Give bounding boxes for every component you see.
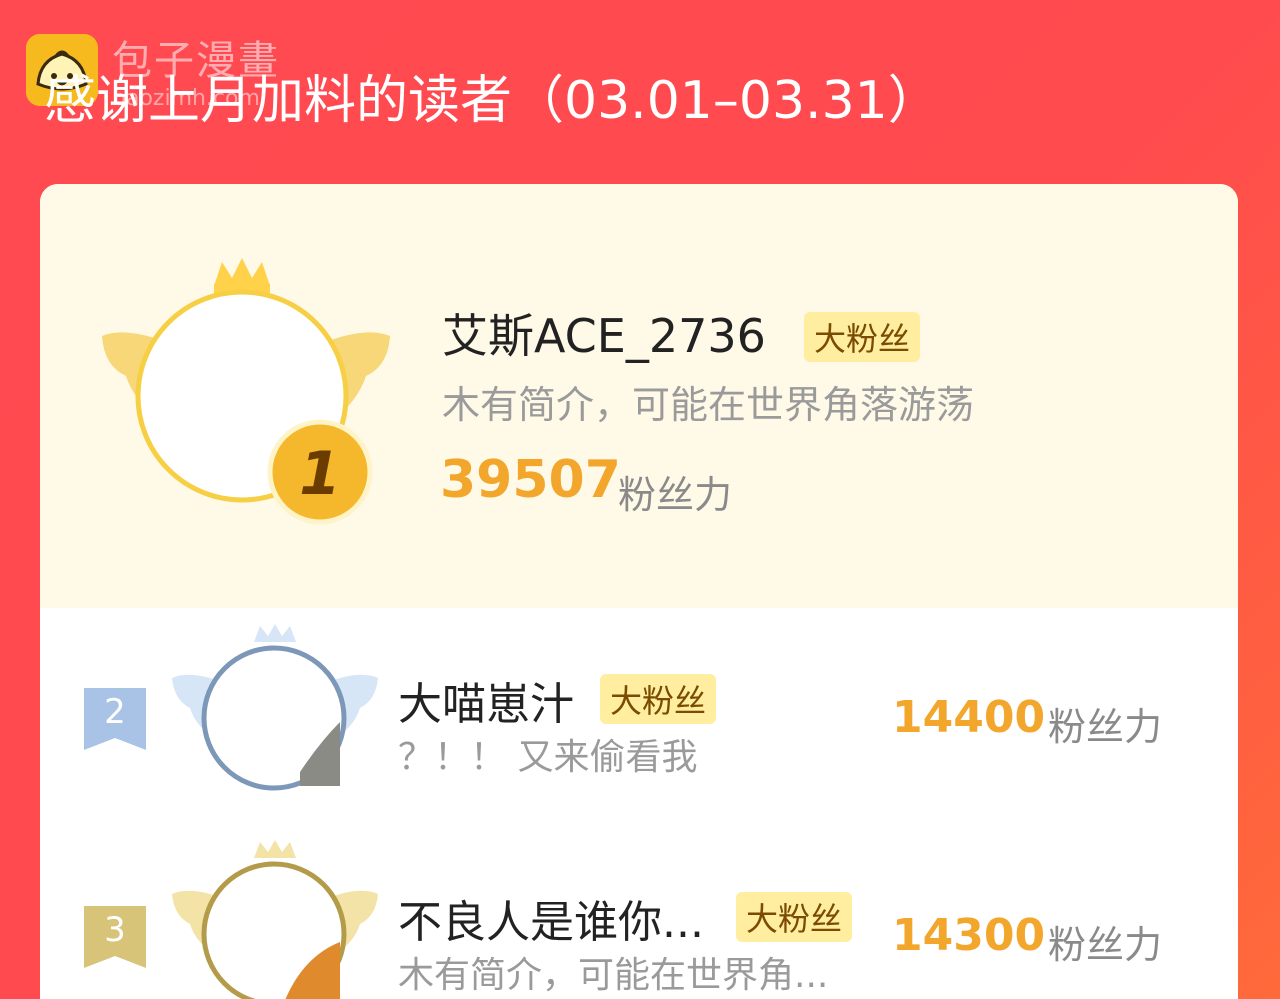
top-reader-name[interactable]: 艾斯ACE_2736 <box>442 300 766 366</box>
top-reader-section[interactable]: 1 艾斯ACE_2736 大粉丝 木有简介，可能在世界角落游荡 39507 粉丝… <box>40 184 1238 608</box>
top-rank-number: 1 <box>299 439 341 509</box>
reader-score: 14400 <box>892 692 1046 743</box>
reader-score-unit: 粉丝力 <box>1048 705 1163 749</box>
rank-number: 2 <box>104 692 126 732</box>
reader-name[interactable]: 不良人是谁你... <box>398 886 704 950</box>
page-title: 感谢上月加料的读者（03.01–03.31） <box>44 71 940 131</box>
reader-bio: ？！！ 又来偷看我 <box>398 737 698 778</box>
ranking-card: 1 艾斯ACE_2736 大粉丝 木有简介，可能在世界角落游荡 39507 粉丝… <box>40 184 1238 999</box>
reader-avatar[interactable] <box>170 838 380 999</box>
top-reader-score-unit: 粉丝力 <box>618 473 733 517</box>
rank-number: 3 <box>104 910 126 950</box>
top-reader-score: 39507 <box>440 450 621 510</box>
page: 包子漫畫 baozimh.com 感谢上月加料的读者（03.01–03.31） … <box>0 0 1280 999</box>
reader-bio: 木有简介，可能在世界角... <box>398 955 829 996</box>
reader-score-unit: 粉丝力 <box>1048 923 1163 967</box>
top-reader-bio: 木有简介，可能在世界角落游荡 <box>442 383 975 427</box>
rank-ribbon: 2 <box>84 688 146 750</box>
reader-name[interactable]: 大喵崽汁 <box>398 668 574 732</box>
rank-ribbon: 3 <box>84 906 146 968</box>
reader-score: 14300 <box>892 910 1046 961</box>
fan-badge: 大粉丝 <box>736 892 853 942</box>
reader-avatar[interactable] <box>170 622 380 806</box>
fan-badge: 大粉丝 <box>600 674 717 724</box>
top-reader-avatar[interactable]: 1 <box>96 256 396 530</box>
fan-badge: 大粉丝 <box>804 312 921 362</box>
